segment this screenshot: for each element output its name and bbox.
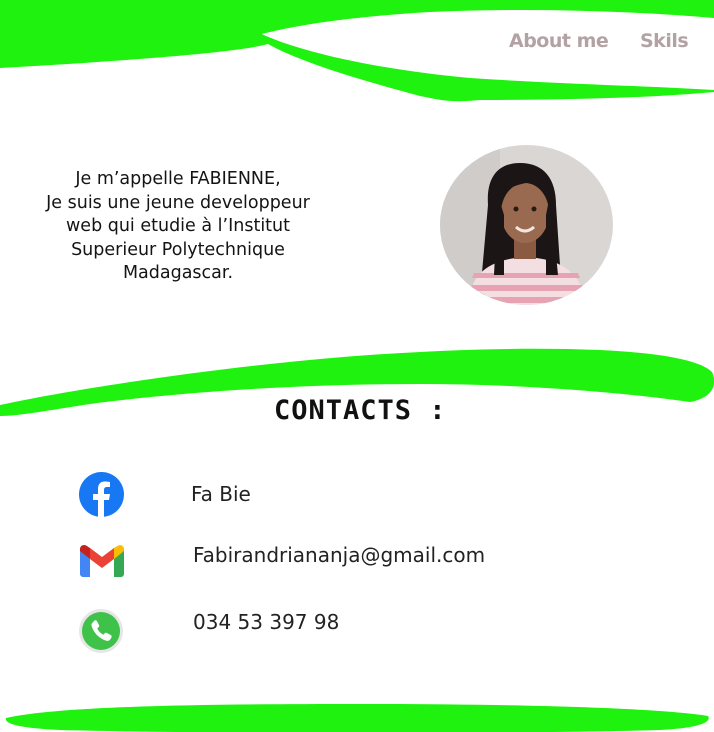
profile-photo-image (440, 145, 613, 305)
intro-line: web qui etudie à l’Institut (65, 216, 290, 236)
intro-line: Je suis une jeune developpeur (46, 192, 310, 213)
phone-number[interactable]: 034 53 397 98 (193, 610, 339, 634)
nav-about-me-link[interactable]: About me (509, 30, 609, 52)
top-brush-decoration (0, 0, 714, 102)
gmail-icon[interactable] (80, 545, 124, 577)
contacts-heading: CONTACTS : (274, 395, 447, 426)
facebook-icon[interactable] (79, 472, 124, 517)
nav-skills-link[interactable]: Skils (640, 30, 689, 52)
intro-text: Je m’appelle FABIENNE, Je suis une jeune… (28, 168, 328, 286)
profile-photo (440, 145, 613, 305)
email-address[interactable]: Fabirandriananja@gmail.com (193, 543, 485, 567)
intro-line: Je m’appelle FABIENNE, (75, 169, 281, 189)
phone-icon[interactable] (78, 608, 124, 654)
intro-line: Superieur Polytechnique (71, 239, 285, 260)
facebook-name[interactable]: Fa Bie (191, 482, 251, 506)
intro-line: Madagascar. (122, 263, 234, 283)
